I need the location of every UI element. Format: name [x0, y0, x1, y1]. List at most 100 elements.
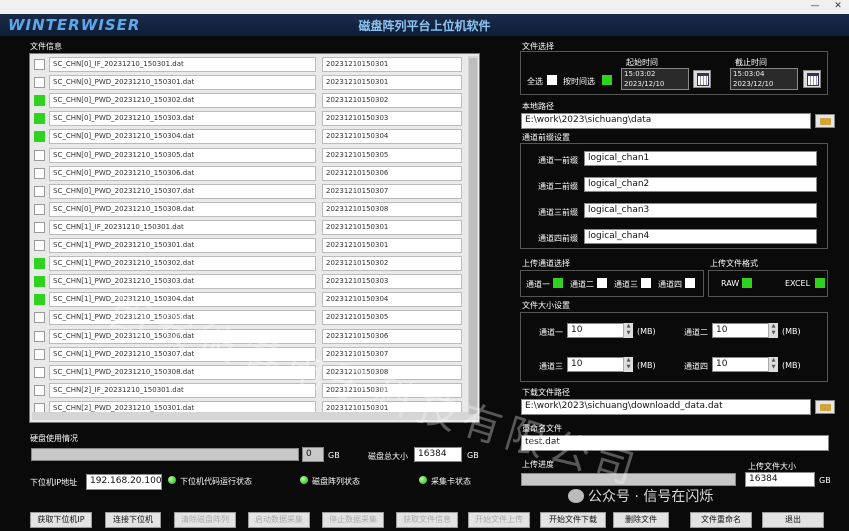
- prefix-title: 通道前缀设置: [522, 133, 570, 142]
- file-name: SC_CHN[0]_PWD_20231210_150302.dat: [49, 93, 316, 109]
- file-row[interactable]: SC_CHN[1]_PWD_20231210_150302.dat 2023121…: [32, 256, 465, 272]
- file-row[interactable]: SC_CHN[0]_PWD_20231210_150302.dat 2023121…: [32, 93, 465, 109]
- button-10[interactable]: 文件重命名: [690, 512, 752, 528]
- button-7[interactable]: 开始文件上传: [468, 512, 530, 528]
- file-checkbox[interactable]: [34, 348, 45, 360]
- button-11[interactable]: 退出: [762, 512, 824, 528]
- upload-channel-checkbox[interactable]: [553, 278, 563, 288]
- file-row[interactable]: SC_CHN[1]_PWD_20231210_150301.dat 2023121…: [32, 238, 465, 253]
- wechat-text: 公众号 · 信号在闪烁: [588, 489, 714, 505]
- file-checkbox[interactable]: [34, 149, 45, 161]
- file-checkbox[interactable]: [34, 276, 45, 288]
- minimize-button[interactable]: —: [809, 1, 821, 12]
- raid-status-label: 磁盘阵列状态: [312, 477, 360, 486]
- size-spinner[interactable]: ▲ ▼: [768, 357, 778, 372]
- download-folder-icon[interactable]: [815, 400, 835, 414]
- prefix-input[interactable]: logical_chan1: [584, 151, 817, 166]
- button-8[interactable]: 开始文件下载: [540, 512, 606, 528]
- file-checkbox[interactable]: [34, 77, 45, 89]
- file-name: SC_CHN[0]_PWD_20231210_150304.dat: [49, 129, 316, 145]
- end-datetime[interactable]: 15:03:04 2023/12/10: [730, 68, 798, 90]
- file-row[interactable]: SC_CHN[0]_PWD_20231210_150301.dat 2023121…: [32, 75, 465, 91]
- file-timestamp: 20231210150306: [322, 328, 462, 344]
- file-row[interactable]: SC_CHN[0]_PWD_20231210_150307.dat 2023121…: [32, 183, 465, 199]
- file-checkbox[interactable]: [34, 258, 45, 270]
- file-checkbox[interactable]: [34, 185, 45, 197]
- file-list-vscrollbar[interactable]: [468, 56, 478, 420]
- file-row[interactable]: SC_CHN[0]_PWD_20231210_150305.dat 2023121…: [32, 147, 465, 163]
- upload-channel-label: 通道三: [614, 280, 638, 289]
- button-6[interactable]: 获取文件信息: [396, 512, 458, 528]
- excel-checkbox[interactable]: [815, 278, 825, 288]
- prefix-input[interactable]: logical_chan4: [584, 229, 817, 244]
- file-row[interactable]: SC_CHN[1]_IF_20231210_150301.dat 20231210…: [32, 219, 465, 235]
- upload-channel-label: 通道一: [526, 280, 550, 289]
- file-row[interactable]: SC_CHN[0]_IF_20231210_150301.dat 20231210…: [32, 57, 465, 72]
- ip-input[interactable]: 192.168.20.100: [86, 474, 162, 490]
- vscroll-thumb[interactable]: [469, 58, 477, 414]
- button-1[interactable]: 获取下位机IP: [30, 512, 92, 528]
- size-label: 通道二: [684, 328, 708, 337]
- size-spinner[interactable]: ▲ ▼: [768, 323, 778, 338]
- file-checkbox[interactable]: [34, 95, 45, 107]
- file-checkbox[interactable]: [34, 221, 45, 233]
- file-checkbox[interactable]: [34, 131, 45, 143]
- by-time-checkbox[interactable]: [602, 75, 612, 85]
- file-checkbox[interactable]: [34, 384, 45, 396]
- code-status-led-icon: [168, 476, 176, 484]
- raw-checkbox[interactable]: [742, 278, 752, 288]
- file-timestamp: 20231210150308: [322, 201, 462, 217]
- file-checkbox[interactable]: [34, 294, 45, 306]
- button-5[interactable]: 停止数据采集: [322, 512, 384, 528]
- button-9[interactable]: 删除文件: [613, 512, 669, 528]
- button-4[interactable]: 启动数据采集: [248, 512, 310, 528]
- prefix-input[interactable]: logical_chan2: [584, 177, 817, 192]
- file-row[interactable]: SC_CHN[0]_PWD_20231210_150306.dat 2023121…: [32, 165, 465, 181]
- button-2[interactable]: 连接下位机: [105, 512, 161, 528]
- start-datetime[interactable]: 15:03:02 2023/12/10: [621, 68, 689, 90]
- disk-usage-bar: [31, 448, 299, 461]
- file-row[interactable]: SC_CHN[1]_PWD_20231210_150304.dat 2023121…: [32, 292, 465, 308]
- upload-size-label: 上传文件大小: [748, 462, 796, 471]
- file-checkbox[interactable]: [34, 330, 45, 342]
- file-row[interactable]: SC_CHN[0]_PWD_20231210_150304.dat 2023121…: [32, 129, 465, 145]
- file-size-title: 文件大小设置: [522, 301, 570, 310]
- select-all-checkbox[interactable]: [547, 75, 557, 85]
- app-title: 磁盘阵列平台上位机软件: [358, 19, 491, 33]
- file-row[interactable]: SC_CHN[0]_PWD_20231210_150303.dat 2023121…: [32, 111, 465, 127]
- file-checkbox[interactable]: [34, 366, 45, 378]
- file-checkbox[interactable]: [34, 59, 45, 70]
- select-all-label: 全选: [527, 77, 543, 86]
- end-calendar-icon[interactable]: [803, 70, 821, 88]
- size-spinner[interactable]: ▲ ▼: [623, 357, 633, 372]
- excel-label: EXCEL: [785, 279, 811, 288]
- file-info-title: 文件信息: [30, 42, 62, 51]
- button-3[interactable]: 清除磁盘阵列: [174, 512, 236, 528]
- local-path-input[interactable]: E:\work\2023\sichuang\data: [521, 113, 811, 129]
- file-name: SC_CHN[1]_PWD_20231210_150303.dat: [49, 274, 316, 290]
- folder-browse-icon[interactable]: [815, 114, 835, 128]
- file-checkbox[interactable]: [34, 167, 45, 179]
- file-timestamp: 20231210150304: [322, 129, 462, 145]
- file-checkbox[interactable]: [34, 203, 45, 215]
- prefix-input[interactable]: logical_chan3: [584, 203, 817, 218]
- start-calendar-icon[interactable]: [693, 70, 711, 88]
- file-name: SC_CHN[1]_PWD_20231210_150301.dat: [49, 238, 316, 253]
- upload-channel-checkbox[interactable]: [685, 278, 695, 288]
- file-row[interactable]: SC_CHN[1]_PWD_20231210_150303.dat 2023121…: [32, 274, 465, 290]
- close-button[interactable]: ✕: [832, 1, 844, 12]
- app-header: WINTERWISER 磁盘阵列平台上位机软件: [0, 14, 849, 36]
- upload-channel-checkbox[interactable]: [641, 278, 651, 288]
- upload-channel-title: 上传通道选择: [522, 259, 570, 268]
- file-checkbox[interactable]: [34, 312, 45, 324]
- file-timestamp: 20231210150302: [322, 93, 462, 109]
- upload-channel-checkbox[interactable]: [597, 278, 607, 288]
- file-row[interactable]: SC_CHN[0]_PWD_20231210_150308.dat 2023121…: [32, 201, 465, 217]
- file-checkbox[interactable]: [34, 240, 45, 251]
- daq-status-led-icon: [419, 476, 427, 484]
- file-timestamp: 20231210150301: [322, 219, 462, 235]
- file-checkbox[interactable]: [34, 113, 45, 125]
- download-path-input[interactable]: E:\work\2023\sichuang\downloadd_data.dat: [521, 399, 811, 415]
- upload-channel-label: 通道二: [570, 280, 594, 289]
- size-spinner[interactable]: ▲ ▼: [623, 323, 633, 338]
